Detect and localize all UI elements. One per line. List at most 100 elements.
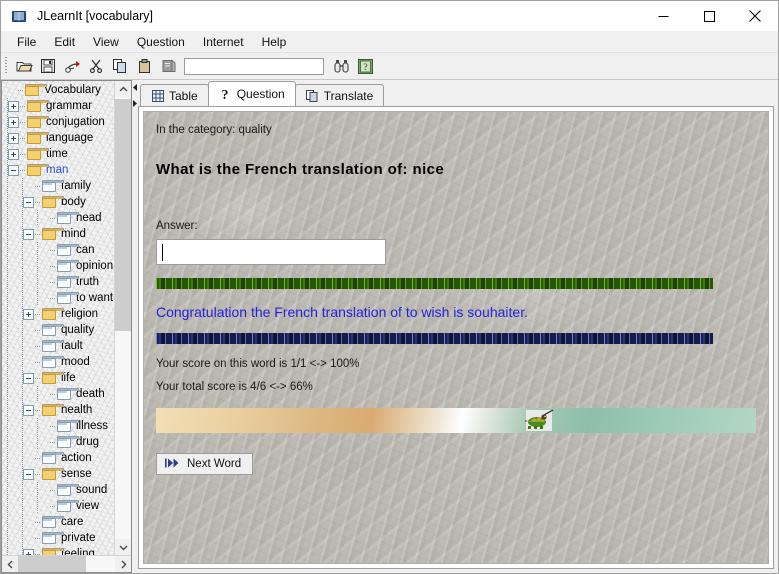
tree-item-feeling[interactable]: feeling (2, 546, 114, 555)
tree-item-private[interactable]: private (2, 530, 114, 546)
help-icon[interactable]: ? (353, 55, 377, 77)
menu-view[interactable]: View (84, 33, 128, 51)
tree-collapse-icon[interactable] (8, 164, 19, 176)
tree-item-care[interactable]: care (2, 514, 114, 530)
tree-item-fault[interactable]: fault (2, 338, 114, 354)
menu-bar: File Edit View Question Internet Help (1, 31, 778, 53)
tree-item-grammar[interactable]: grammar (2, 98, 114, 114)
tree-item-sound[interactable]: sound (2, 482, 114, 498)
paste-icon[interactable] (132, 55, 156, 77)
save-icon[interactable] (36, 55, 60, 77)
water-divider (156, 333, 713, 344)
scroll-up-icon[interactable] (115, 81, 131, 97)
binoculars-icon[interactable] (329, 55, 353, 77)
tree-collapse-icon[interactable] (23, 468, 34, 480)
tree-item-illness[interactable]: illness (2, 418, 114, 434)
tree-item-body[interactable]: body (2, 194, 114, 210)
window-controls (640, 1, 778, 31)
tree-expand-icon[interactable] (8, 116, 19, 128)
folder-closed-icon (25, 84, 47, 96)
folder-leaf-icon (42, 340, 64, 352)
answer-input[interactable] (156, 239, 386, 265)
menu-internet[interactable]: Internet (194, 33, 253, 51)
tree-item-conjugation[interactable]: conjugation (2, 114, 114, 130)
tree-item-opinion[interactable]: opinion (2, 258, 114, 274)
copy-icon[interactable] (108, 55, 132, 77)
menu-question[interactable]: Question (128, 33, 194, 51)
tree-hscroll-thumb[interactable] (18, 556, 86, 572)
tree-item-can[interactable]: can (2, 242, 114, 258)
tree-indent (2, 434, 38, 450)
tree-item-label: religion (61, 308, 99, 320)
tree-expand-icon[interactable] (8, 132, 19, 144)
tree-expand-icon[interactable] (8, 100, 19, 112)
tree-collapse-icon[interactable] (23, 196, 34, 208)
toolbar: ? (1, 53, 778, 80)
app-book-icon (11, 8, 27, 24)
tree-item-truth[interactable]: truth (2, 274, 114, 290)
tree-item-language[interactable]: language (2, 130, 114, 146)
tree-item-action[interactable]: action (2, 450, 114, 466)
tree-item-religion[interactable]: religion (2, 306, 114, 322)
next-word-button[interactable]: Next Word (156, 453, 254, 475)
tree-item-sense[interactable]: sense (2, 466, 114, 482)
menu-edit[interactable]: Edit (45, 33, 84, 51)
tree-guide-dots (35, 313, 41, 315)
tree-item-view[interactable]: view (2, 498, 114, 514)
tree-indent (2, 322, 23, 338)
tree-guide-dots (35, 553, 41, 555)
tree-indent (2, 306, 23, 322)
tree-item-family[interactable]: family (2, 178, 114, 194)
tree-item-Vocabulary[interactable]: Vocabulary (2, 82, 114, 98)
tree-guide-dots (50, 489, 56, 491)
tree-item-drug[interactable]: drug (2, 434, 114, 450)
edit-icon[interactable] (156, 55, 180, 77)
word-score: Your score on this word is 1/1 <-> 100% (156, 358, 360, 370)
tree-item-death[interactable]: death (2, 386, 114, 402)
tab-question[interactable]: ? Question (207, 81, 296, 106)
tab-table[interactable]: Table (140, 84, 209, 106)
tree-collapse-icon[interactable] (23, 228, 34, 240)
menu-help[interactable]: Help (253, 33, 296, 51)
tree-hscroll-track[interactable] (18, 556, 115, 572)
tree-collapse-icon[interactable] (23, 372, 34, 384)
minimize-button[interactable] (640, 1, 686, 31)
splitter-collapse-left-icon[interactable] (132, 84, 138, 91)
tree-expand-icon[interactable] (8, 148, 19, 160)
tree-scroll-area[interactable]: Vocabulary grammar conjugation language time… (2, 81, 114, 555)
scroll-down-icon[interactable] (115, 539, 131, 555)
scroll-right-icon[interactable] (115, 556, 131, 572)
search-input[interactable] (184, 57, 324, 75)
tree-item-label: private (61, 532, 96, 544)
tree-item-man[interactable]: man (2, 162, 114, 178)
tree-item-label: mood (61, 356, 90, 368)
tab-translate[interactable]: Translate (294, 84, 385, 106)
tree-vertical-scrollbar[interactable] (114, 81, 131, 555)
folder-closed-icon (27, 116, 49, 128)
tree-expand-icon[interactable] (23, 548, 34, 555)
tree-collapse-icon[interactable] (23, 404, 34, 416)
tree-guide-dots (50, 249, 56, 251)
tree-item-time[interactable]: time (2, 146, 114, 162)
tree-vscroll-thumb[interactable] (115, 99, 131, 331)
tree-item-head[interactable]: head (2, 210, 114, 226)
tree-item-life[interactable]: life (2, 370, 114, 386)
scroll-left-icon[interactable] (2, 556, 18, 572)
tree-item-health[interactable]: health (2, 402, 114, 418)
tree-item-label: Vocabulary (44, 84, 101, 96)
tree-expand-icon[interactable] (23, 308, 34, 320)
tree-item-to-want[interactable]: to want (2, 290, 114, 306)
tree-vscroll-track[interactable] (115, 97, 131, 539)
cut-icon[interactable] (84, 55, 108, 77)
maximize-button[interactable] (686, 1, 732, 31)
tree-horizontal-scrollbar[interactable] (2, 555, 131, 572)
menu-file[interactable]: File (8, 33, 45, 51)
tree-item-quality[interactable]: quality (2, 322, 114, 338)
tree-item-mood[interactable]: mood (2, 354, 114, 370)
toolbar-grip[interactable] (4, 57, 9, 75)
folder-leaf-icon (42, 324, 64, 336)
paint-icon[interactable] (60, 55, 84, 77)
close-button[interactable] (732, 1, 778, 31)
open-icon[interactable] (12, 55, 36, 77)
tree-item-mind[interactable]: mind (2, 226, 114, 242)
